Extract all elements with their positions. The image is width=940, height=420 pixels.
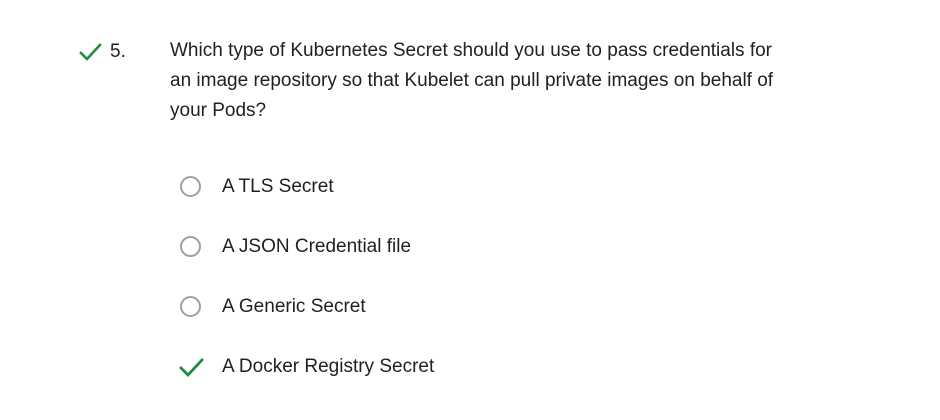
option-label: A Generic Secret	[222, 296, 366, 317]
option-label: A JSON Credential file	[222, 236, 412, 257]
check-icon	[179, 358, 204, 378]
radio-button[interactable]	[180, 296, 201, 317]
question-number: 5.	[110, 41, 126, 62]
option-label: A Docker Registry Secret	[222, 356, 435, 377]
radio-button[interactable]	[180, 236, 201, 257]
radio-button[interactable]	[180, 176, 201, 197]
correct-check-icon	[79, 43, 102, 61]
question-text: Which type of Kubernetes Secret should y…	[170, 40, 774, 121]
option-label: A TLS Secret	[222, 176, 334, 197]
quiz-question: 5. Which type of Kubernetes Secret shoul…	[0, 0, 940, 420]
